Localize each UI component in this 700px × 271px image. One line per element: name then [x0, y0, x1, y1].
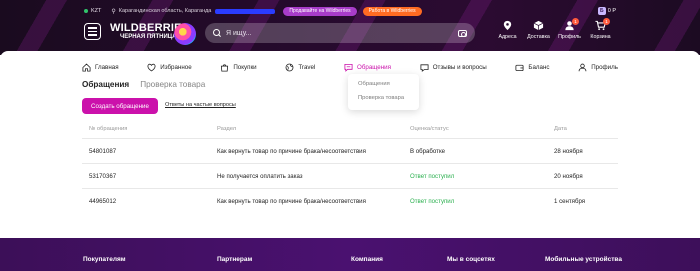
footer-heading-company[interactable]: Компания [351, 256, 447, 263]
nav-item-balance[interactable]: Баланс [515, 63, 550, 72]
request-number: 54801087 [89, 147, 117, 155]
city-selector[interactable]: Карагандинская область, Караганда [119, 8, 212, 14]
addresses-label: Адреса [498, 34, 517, 40]
nav-item-travel[interactable]: Travel [285, 63, 315, 72]
nav-item-reviews[interactable]: Отзывы и вопросы [420, 63, 487, 72]
account-nav: Главная Избранное Покупки Travel Обращен… [82, 60, 618, 74]
header-topline: KZT ⚲ Карагандинская область, Караганда … [84, 5, 616, 17]
wildberries-logo[interactable]: WILDBERRIES ЧЕРНАЯ ПЯТНИЦА [110, 22, 196, 46]
requests-dropdown: Обращения Проверка товара [348, 74, 419, 110]
tab-requests[interactable]: Обращения [82, 80, 129, 89]
cart-button[interactable]: 1 Корзина [585, 18, 616, 40]
work-at-wb-link[interactable]: Работа в Wildberries [362, 6, 422, 16]
account-content: Главная Избранное Покупки Travel Обращен… [0, 51, 700, 238]
column-header-section: Раздел [217, 125, 237, 132]
cart-label: Корзина [590, 34, 611, 40]
search-input[interactable] [226, 29, 458, 37]
column-header-status: Оценка/статус [410, 125, 449, 132]
nav-item-requests[interactable]: Обращения [344, 63, 391, 72]
wallet-balance[interactable]: Б 0 Р [597, 7, 616, 15]
column-header-date: Дата [554, 125, 567, 132]
addresses-button[interactable]: Адреса [492, 20, 523, 40]
search-icon [213, 29, 221, 37]
delivery-button[interactable]: Доставка [523, 20, 554, 40]
request-status: Ответ поступил [410, 172, 455, 180]
footer-heading-social[interactable]: Мы в соцсетях [447, 256, 545, 263]
camera-search-icon[interactable] [458, 29, 467, 37]
request-subtabs: Обращения Проверка товара [82, 80, 205, 89]
requests-table: № обращения Раздел Оценка/статус Дата 54… [82, 119, 618, 214]
chat-icon [344, 63, 353, 72]
footer-heading-buyers[interactable]: Покупателям [83, 256, 217, 263]
table-row[interactable]: 54801087 Как вернуть товар по причине бр… [82, 139, 618, 164]
nav-label-travel: Travel [298, 63, 316, 71]
request-date: 1 сентября [554, 198, 586, 205]
nav-label-profile: Профиль [591, 63, 618, 71]
comment-icon [420, 63, 429, 72]
wallet-icon [515, 64, 524, 71]
heart-icon [147, 63, 156, 71]
site-footer: Покупателям Партнерам Компания Мы в соцс… [0, 238, 700, 271]
request-number: 44965012 [89, 198, 117, 205]
black-friday-badge-icon [174, 23, 196, 45]
search-bar[interactable] [205, 23, 475, 43]
logo-subtitle: ЧЕРНАЯ ПЯТНИЦА [120, 34, 177, 40]
cart-count-badge: 1 [603, 18, 610, 25]
dropdown-item-product-check[interactable]: Проверка товара [358, 93, 419, 107]
nav-item-home[interactable]: Главная [82, 63, 119, 72]
pin-icon [503, 20, 512, 31]
box-icon [533, 20, 544, 31]
geo-pin-icon: ⚲ [111, 8, 116, 15]
request-date: 20 ноября [554, 172, 583, 180]
home-icon [82, 63, 91, 72]
request-number: 53170367 [89, 172, 117, 180]
footer-heading-mobile[interactable]: Мобильные устройства [545, 256, 625, 263]
sell-on-wb-link[interactable]: Продавайте на Wildberries [283, 6, 357, 16]
nav-item-favorites[interactable]: Избранное [147, 63, 192, 72]
dropdown-item-requests[interactable]: Обращения [358, 79, 419, 93]
profile-button[interactable]: 1 Профиль [554, 18, 585, 40]
request-status: Ответ поступил [410, 198, 455, 205]
faq-link[interactable]: Ответы на частые вопросы [165, 102, 236, 108]
tab-product-check[interactable]: Проверка товара [140, 80, 205, 89]
nav-item-purchases[interactable]: Покупки [220, 63, 257, 72]
wallet-icon: Б [597, 7, 606, 15]
wallet-value: 0 Р [607, 8, 616, 14]
burger-menu-button[interactable] [84, 23, 101, 40]
nav-label-balance: Баланс [528, 63, 550, 71]
create-request-button[interactable]: Создать обращение [82, 98, 158, 114]
request-section: Не получается оплатить заказ [217, 172, 303, 180]
nav-item-profile[interactable]: Профиль [578, 63, 618, 72]
delivery-label: Доставка [527, 34, 550, 40]
currency-dot-icon [84, 9, 88, 13]
footer-heading-partners[interactable]: Партнерам [217, 256, 351, 263]
header-actions: Адреса Доставка 1 Профиль 1 Корзина [492, 18, 616, 40]
site-header: KZT ⚲ Карагандинская область, Караганда … [0, 0, 700, 55]
nav-label-purchases: Покупки [233, 63, 257, 71]
nav-label-home: Главная [95, 63, 119, 71]
nav-label-requests: Обращения [357, 63, 391, 71]
nav-label-reviews: Отзывы и вопросы [432, 63, 487, 71]
footer-columns: Покупателям Партнерам Компания Мы в соцс… [83, 256, 625, 263]
request-status: В обработке [410, 147, 446, 155]
request-date: 28 ноября [554, 147, 583, 155]
currency-selector[interactable]: KZT [91, 8, 101, 14]
column-header-number: № обращения [89, 125, 128, 132]
table-row[interactable]: 53170367 Не получается оплатить заказ От… [82, 164, 618, 189]
table-row[interactable]: 44965012 Как вернуть товар по причине бр… [82, 189, 618, 214]
user-icon [578, 63, 587, 71]
table-header: № обращения Раздел Оценка/статус Дата [82, 119, 618, 139]
profile-notification-badge: 1 [572, 18, 579, 25]
nav-label-favorites: Избранное [160, 63, 192, 71]
address-redacted [215, 8, 276, 14]
request-section: Как вернуть товар по причине брака/несоо… [217, 147, 366, 155]
request-section: Как вернуть товар по причине брака/несоо… [217, 198, 366, 205]
profile-label: Профиль [558, 34, 581, 40]
bag-icon [221, 63, 229, 72]
globe-icon [285, 63, 294, 71]
